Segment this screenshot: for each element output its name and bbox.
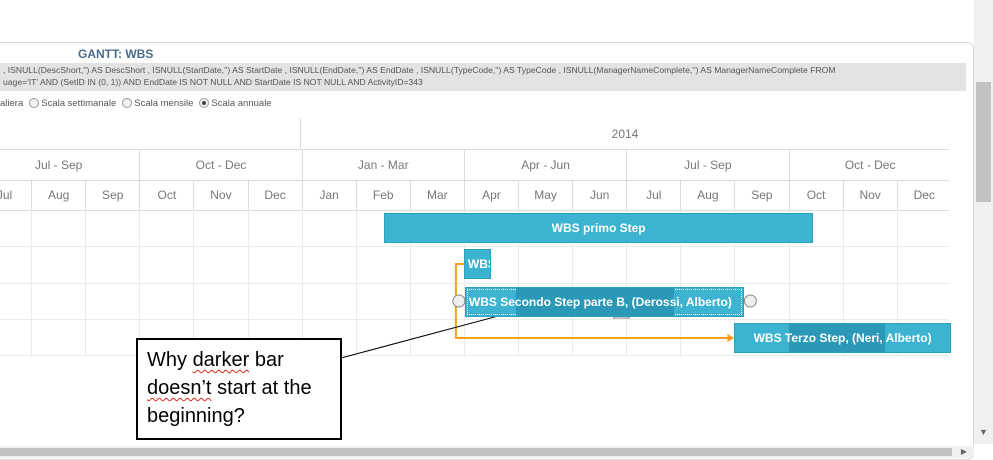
quarter-label: Oct - Dec	[195, 157, 247, 172]
scale-option-yearly[interactable]: Scala annuale	[199, 97, 272, 109]
month-label: Nov	[859, 188, 881, 202]
month-cell: May	[518, 180, 572, 210]
horizontal-scrollbar[interactable]: ▶	[0, 446, 974, 458]
radio-icon[interactable]	[122, 98, 133, 108]
grid-line	[0, 283, 949, 284]
task-bar[interactable]: WBS primo Step	[383, 213, 814, 243]
task-label: WBS primo Step	[551, 221, 646, 235]
month-label: Dec	[264, 188, 286, 202]
quarter-cell: Jul - Sep	[0, 149, 139, 180]
month-cell: Mar	[409, 180, 464, 210]
quarter-label: Oct - Dec	[844, 157, 896, 172]
month-label: May	[534, 188, 557, 202]
month-cell: Jul	[0, 180, 31, 210]
quarter-label: Jan - Mar	[357, 157, 409, 172]
month-label: Oct	[806, 188, 826, 202]
scroll-thumb[interactable]	[0, 448, 952, 456]
month-label: Oct	[157, 188, 177, 202]
month-label: Aug	[47, 188, 70, 202]
month-cell: Oct	[788, 180, 843, 210]
scale-option-monthly[interactable]: Scala mensile	[122, 98, 193, 109]
grid-line	[0, 246, 949, 247]
month-label: Dec	[913, 188, 935, 202]
timeline-year-row: 2014	[0, 118, 949, 150]
scroll-right-arrow-icon[interactable]: ▶	[958, 446, 970, 458]
task-bar[interactable]: WBS Terzo Step, (Neri, Alberto)	[734, 323, 951, 353]
month-cell: Oct	[139, 180, 193, 210]
timeline-month-row: Jul Aug Sep Oct Nov Dec Jan Feb Mar Apr May Jun Jul A…	[0, 180, 949, 211]
scale-option-daily[interactable]: aliera	[0, 98, 23, 109]
question-callout: Why darker bar doesn’t start at the begi…	[136, 338, 342, 440]
scale-option-label: Scala annuale	[211, 97, 272, 109]
quarter-cell: Jul - Sep	[626, 149, 788, 180]
year-cell	[0, 118, 300, 149]
scale-option-weekly[interactable]: Scala settimanale	[29, 98, 116, 109]
year-cell: 2014	[300, 118, 949, 149]
gantt-title: GANTT: WBS	[78, 47, 154, 61]
month-cell: Aug	[31, 180, 85, 210]
task-bar[interactable]: WBS Secondo Step parte B, (Derossi, Albe…	[464, 287, 745, 317]
month-label: Sep	[751, 188, 773, 202]
month-cell: Dec	[896, 180, 949, 210]
month-cell: Feb	[355, 180, 410, 210]
month-cell: Jan	[301, 180, 356, 210]
month-label: Nov	[210, 188, 232, 202]
month-cell: Apr	[463, 180, 518, 210]
quarter-label: Jul - Sep	[684, 157, 732, 172]
month-label: Apr	[482, 188, 501, 202]
task-label: WBS	[467, 257, 490, 271]
month-label: Sep	[102, 188, 124, 202]
radio-selected-icon[interactable]	[199, 98, 210, 108]
scale-options: aliera Scala settimanale Scala mensile S…	[0, 95, 278, 111]
quarter-cell: Oct - Dec	[139, 149, 301, 180]
quarter-cell: Apr - Jun	[463, 149, 626, 180]
radio-icon[interactable]	[29, 98, 40, 108]
quarter-label: Jul - Sep	[34, 157, 83, 172]
month-cell: Sep	[734, 180, 788, 210]
scale-option-label: Scala mensile	[134, 97, 194, 109]
month-cell: Dec	[247, 180, 302, 210]
month-label: Jul	[646, 188, 662, 202]
month-label: Mar	[427, 188, 448, 202]
scale-option-label: aliera	[0, 97, 24, 109]
month-label: Jul	[0, 188, 13, 202]
quarter-cell: Oct - Dec	[788, 149, 950, 180]
month-label: Feb	[372, 188, 394, 202]
timeline-quarter-row: Jul - Sep Oct - Dec Jan - Mar Apr - Jun Jul …	[0, 149, 949, 181]
month-cell: Jun	[572, 180, 626, 210]
sql-query-text: , ISNULL(DescShort,'') AS DescShort , IS…	[0, 63, 966, 91]
scale-option-label: Scala settimanale	[41, 97, 117, 109]
month-cell: Sep	[85, 180, 139, 210]
month-cell: Nov	[842, 180, 897, 210]
callout-text: Why darker bar doesn’t start at the begi…	[147, 349, 312, 427]
month-label: Jan	[319, 188, 339, 202]
scroll-down-arrow-icon[interactable]: ▼	[977, 427, 990, 440]
scroll-thumb[interactable]	[976, 82, 991, 202]
quarter-cell: Jan - Mar	[301, 149, 464, 180]
vertical-scrollbar[interactable]: ▼	[974, 0, 993, 444]
grid-line	[0, 319, 949, 320]
task-bar[interactable]: WBS	[463, 249, 491, 279]
month-label: Aug	[697, 188, 719, 202]
month-cell: Nov	[193, 180, 247, 210]
quarter-label: Apr - Jun	[521, 157, 570, 172]
task-label: WBS Secondo Step parte B, (Derossi, Albe…	[468, 295, 732, 309]
month-cell: Jul	[626, 180, 680, 210]
month-cell: Aug	[680, 180, 734, 210]
sql-line-1: , ISNULL(DescShort,'') AS DescShort , IS…	[3, 65, 836, 75]
task-label: WBS Terzo Step, (Neri, Alberto)	[753, 331, 932, 345]
sql-line-2: uage='IT' AND (SetID IN (0, 1)) AND EndD…	[3, 76, 423, 87]
year-label: 2014	[611, 126, 639, 141]
month-label: Jun	[589, 188, 610, 202]
